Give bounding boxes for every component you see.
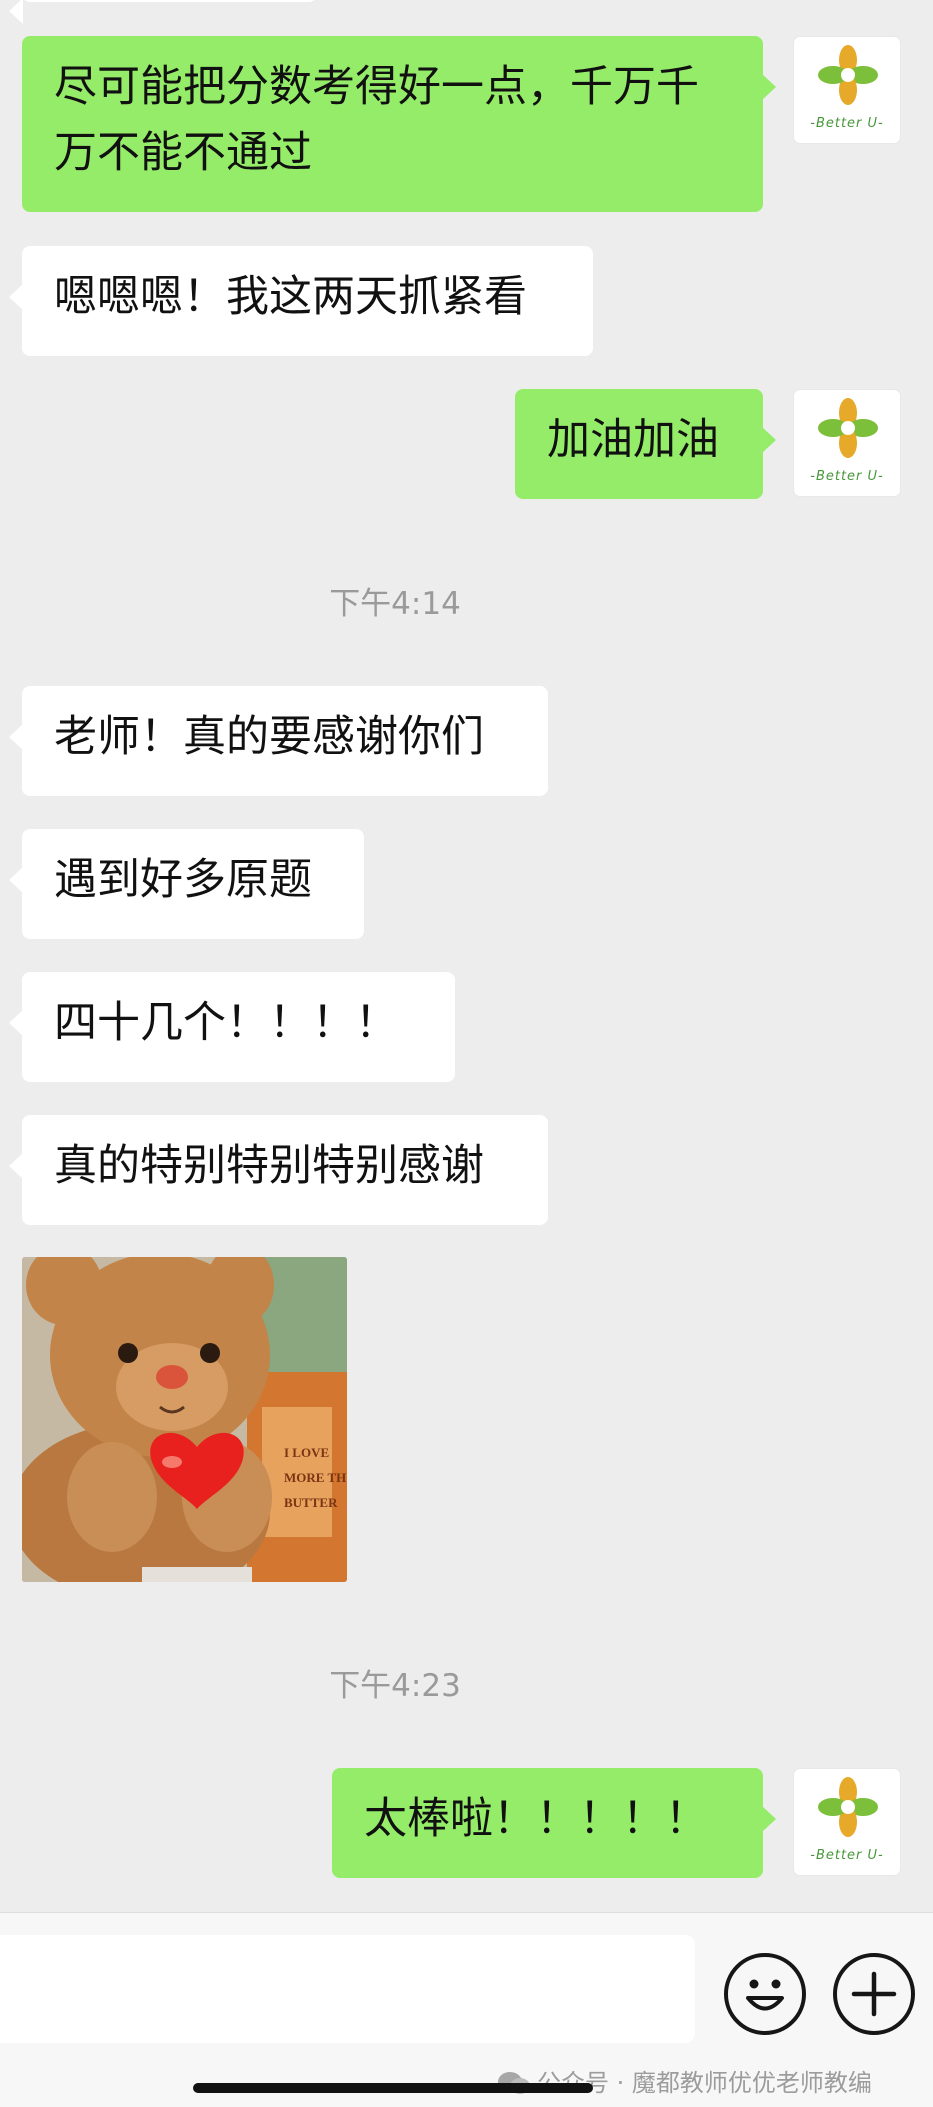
message-bubble-partial[interactable]: [9, 0, 317, 24]
message-text: 遇到好多原题: [54, 855, 312, 905]
message-bubble-received[interactable]: 嗯嗯嗯！我这两天抓紧看: [9, 246, 593, 356]
chat-message-list[interactable]: 尽可能把分数考得好一点，千万千 万不能不通过 -Better U- 嗯嗯嗯！我这…: [0, 0, 933, 1912]
logo-icon: [818, 398, 878, 458]
message-text-line: 万不能不通过: [54, 128, 312, 178]
timestamp: 下午4:23: [329, 1668, 461, 1704]
more-options-button[interactable]: [833, 1953, 915, 2035]
message-bubble-received[interactable]: 老师！真的要感谢你们: [9, 686, 548, 796]
message-text-line: 尽可能把分数考得好一点，千万千: [54, 62, 699, 112]
home-indicator[interactable]: [193, 2083, 593, 2093]
message-text: 太棒啦！！！！！: [364, 1794, 708, 1844]
sticker-image-bear-heart[interactable]: I LOVE MORE TH BUTTER: [22, 1257, 347, 1582]
message-bubble-received[interactable]: 真的特别特别特别感谢: [9, 1115, 548, 1225]
logo-icon: [818, 1777, 878, 1837]
message-text: 嗯嗯嗯！我这两天抓紧看: [54, 272, 527, 322]
bear-heart-sticker-art: I LOVE MORE TH BUTTER: [22, 1257, 347, 1582]
message-bubble-received[interactable]: 四十几个！！！！: [9, 972, 455, 1082]
avatar-sender[interactable]: -Better U-: [793, 1768, 901, 1876]
emoji-button[interactable]: [724, 1953, 806, 2035]
plus-circle-icon: [851, 1971, 897, 2017]
avatar-sender[interactable]: -Better U-: [793, 389, 901, 497]
message-bubble-sent[interactable]: 太棒啦！！！！！: [332, 1768, 776, 1878]
svg-text:MORE TH: MORE TH: [284, 1470, 346, 1485]
svg-text:BUTTER: BUTTER: [284, 1495, 338, 1510]
message-text: 四十几个！！！！: [54, 998, 398, 1048]
avatar-brand-text: -Better U-: [810, 1848, 884, 1863]
message-text: 真的特别特别特别感谢: [54, 1141, 484, 1191]
message-bubble-sent[interactable]: 加油加油: [515, 389, 776, 499]
svg-text:I LOVE: I LOVE: [284, 1445, 329, 1460]
timestamp: 下午4:14: [329, 586, 461, 622]
message-text: 老师！真的要感谢你们: [54, 712, 484, 762]
message-bubble-received[interactable]: 遇到好多原题: [9, 829, 364, 939]
message-input-bar: 公众号 · 魔都教师优优老师教编: [0, 1912, 933, 2107]
logo-icon: [818, 45, 878, 105]
message-input-field[interactable]: [0, 1935, 695, 2043]
message-bubble-sent[interactable]: 尽可能把分数考得好一点，千万千 万不能不通过: [22, 36, 776, 212]
message-text: 加油加油: [547, 415, 719, 465]
emoji-smile-icon: [746, 1979, 784, 2011]
avatar-brand-text: -Better U-: [810, 469, 884, 484]
avatar-sender[interactable]: -Better U-: [793, 36, 901, 144]
avatar-brand-text: -Better U-: [810, 116, 884, 131]
